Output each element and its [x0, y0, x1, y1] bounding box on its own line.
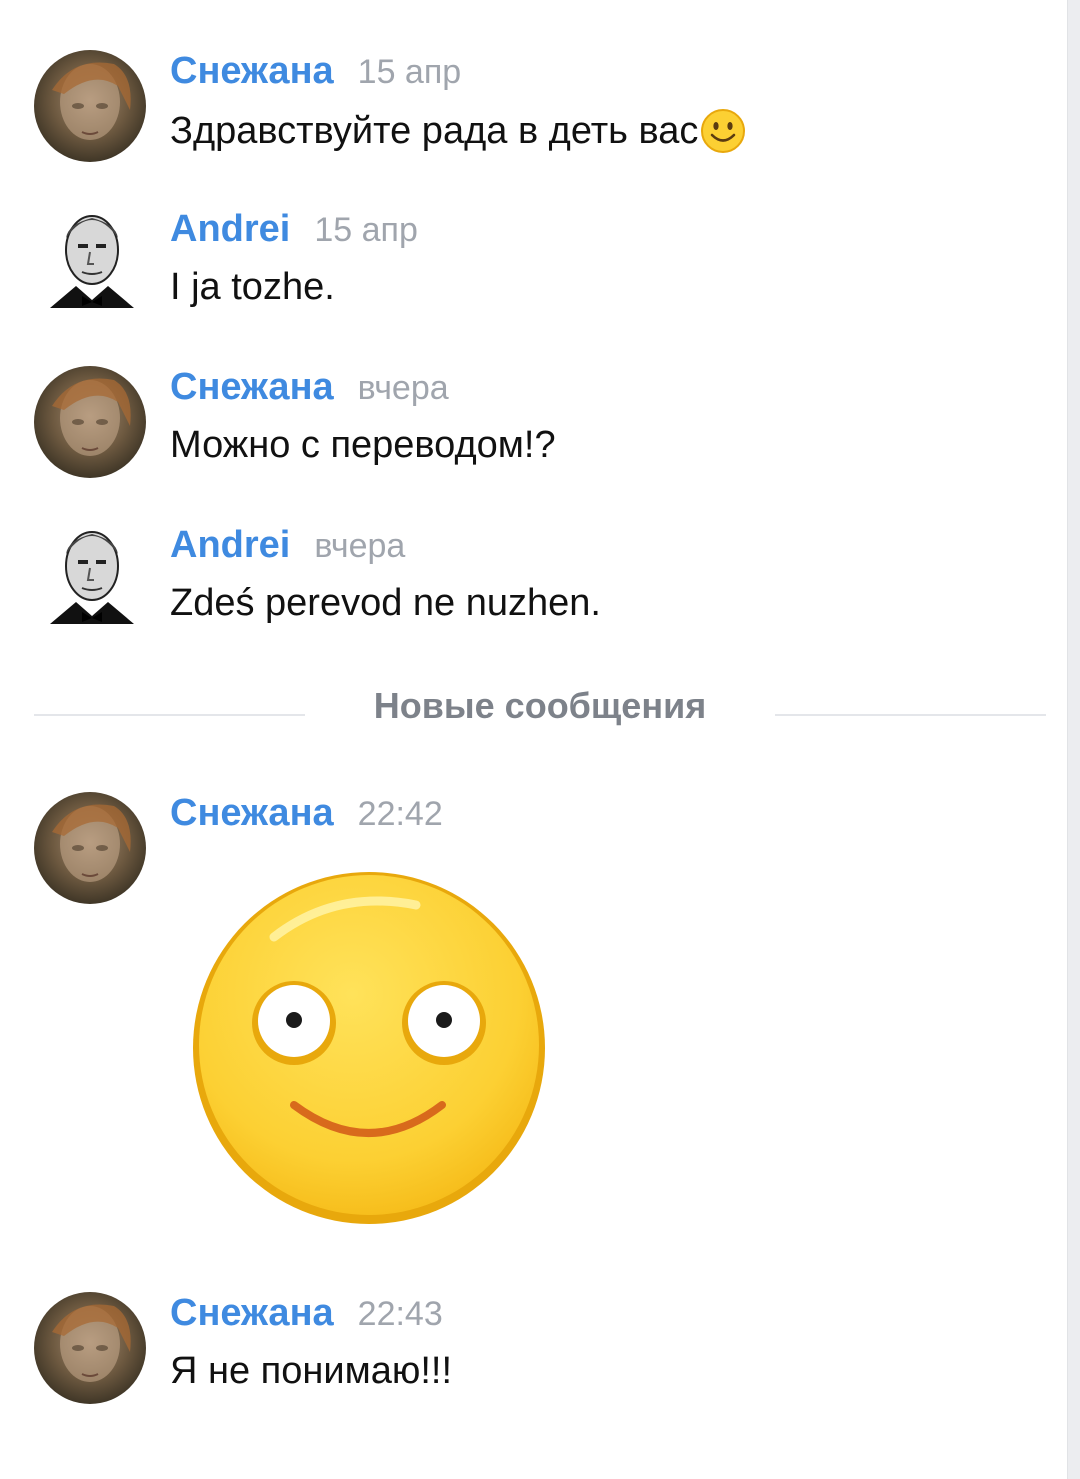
message-text: Можно с переводом!?: [170, 424, 556, 466]
user-photo-snezhana-icon: [52, 62, 131, 140]
avatar[interactable]: [46, 520, 138, 632]
author-name[interactable]: Andrei: [170, 208, 290, 251]
scrollbar[interactable]: [1067, 0, 1080, 1479]
avatar[interactable]: [34, 1292, 146, 1404]
divider-line: [775, 714, 1046, 716]
message-time: вчера: [314, 527, 406, 565]
message-time: 15 апр: [357, 53, 462, 91]
author-name[interactable]: Andrei: [170, 524, 290, 567]
user-photo-andrei-icon: [50, 215, 134, 308]
message-text: Я не понимаю!!!: [170, 1350, 453, 1392]
author-name[interactable]: Снежана: [170, 1292, 334, 1335]
message-time: вчера: [357, 369, 449, 407]
chat-history[interactable]: Снежана 15 апр Здравствуйте рада в деть …: [0, 0, 1080, 1479]
message-time: 15 апр: [314, 211, 418, 249]
message-time: 22:43: [357, 1295, 443, 1333]
message-text-content: Здравствуйте рада в деть вас: [170, 109, 699, 152]
message-text: I ja tozhe.: [170, 266, 335, 308]
author-name[interactable]: Снежана: [170, 366, 334, 409]
slightly-smiling-face-icon: [700, 108, 746, 154]
user-photo-snezhana-icon: [52, 804, 131, 882]
divider-label: Новые сообщения: [373, 685, 707, 726]
author-name[interactable]: Снежана: [170, 792, 334, 835]
avatar[interactable]: [46, 204, 138, 316]
new-messages-divider: Новые сообщения: [34, 685, 1046, 735]
avatar[interactable]: [34, 792, 146, 904]
author-name[interactable]: Снежана: [170, 50, 334, 93]
message-text: Здравствуйте рада в деть вас: [170, 108, 746, 154]
user-photo-snezhana-icon: [52, 1304, 131, 1382]
divider-line: [34, 714, 305, 716]
avatar[interactable]: [34, 366, 146, 478]
message-time: 22:42: [357, 795, 443, 833]
message-text: Zdeś perevod ne nuzhen.: [170, 582, 601, 624]
smiley-face-sticker[interactable]: [186, 865, 552, 1231]
avatar[interactable]: [34, 50, 146, 162]
user-photo-snezhana-icon: [52, 378, 131, 456]
user-photo-andrei-icon: [50, 531, 134, 624]
